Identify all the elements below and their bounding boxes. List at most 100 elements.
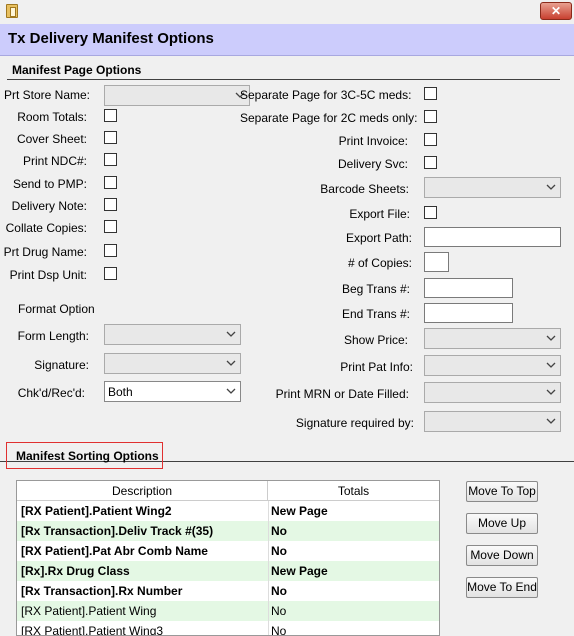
sig-required-by-select[interactable] [424, 411, 561, 432]
cell-separator [268, 521, 269, 541]
table-row[interactable]: [Rx].Rx Drug Class New Page [17, 561, 439, 581]
print-pat-info-select[interactable] [424, 355, 561, 376]
chevron-down-icon [546, 418, 556, 424]
cover-sheet-checkbox[interactable] [104, 131, 117, 144]
print-invoice-label: Print Invoice: [338, 134, 408, 148]
export-file-label: Export File: [349, 207, 410, 221]
row-description: [RX Patient].Patient Wing2 [21, 504, 172, 518]
prt-store-name-select[interactable] [104, 85, 250, 106]
table-row[interactable]: [Rx Transaction].Rx Number No [17, 581, 439, 601]
end-trans-input[interactable] [424, 303, 513, 323]
table-row[interactable]: [RX Patient].Patient Wing3 No [17, 621, 439, 636]
cover-sheet-label: Cover Sheet: [16, 132, 87, 146]
cell-separator [268, 621, 269, 635]
sep-3c5c-label: Separate Page for 3C-5C meds: [240, 88, 412, 102]
table-row[interactable]: [RX Patient].Patient Wing2 New Page [17, 501, 439, 521]
delivery-svc-label: Delivery Svc: [337, 157, 408, 171]
print-dsp-unit-label: Print Dsp Unit: [9, 268, 87, 282]
table-row[interactable]: [Rx Transaction].Deliv Track #(35) No [17, 521, 439, 541]
format-option-label: Format Option [18, 302, 95, 316]
table-row[interactable]: [RX Patient].Pat Abr Comb Name No [17, 541, 439, 561]
print-invoice-checkbox[interactable] [424, 133, 437, 146]
row-description: [RX Patient].Patient Wing [21, 604, 157, 618]
form-length-select[interactable] [104, 324, 241, 345]
row-totals: New Page [271, 504, 328, 518]
chevron-down-icon [546, 184, 556, 190]
chkd-recd-value: Both [108, 385, 133, 399]
move-to-top-button[interactable]: Move To Top [466, 481, 538, 502]
row-description: [Rx Transaction].Deliv Track #(35) [21, 524, 214, 538]
dialog-title: Tx Delivery Manifest Options [8, 30, 214, 47]
chevron-down-icon [546, 389, 556, 395]
num-copies-label: # of Copies: [347, 256, 412, 270]
send-to-pmp-label: Send to PMP: [12, 177, 87, 191]
print-pat-info-label: Print Pat Info: [340, 360, 413, 374]
chevron-down-icon [546, 335, 556, 341]
export-path-label: Export Path: [345, 231, 412, 245]
page-options-divider [7, 79, 560, 80]
room-totals-checkbox[interactable] [104, 109, 117, 122]
move-down-button[interactable]: Move Down [466, 545, 538, 566]
row-totals: No [271, 624, 287, 636]
move-to-end-button[interactable]: Move To End [466, 577, 538, 598]
show-price-label: Show Price: [343, 333, 408, 347]
chkd-recd-select[interactable]: Both [104, 381, 241, 402]
row-totals: No [271, 584, 287, 598]
close-button[interactable]: ✕ [540, 2, 572, 20]
row-totals: No [271, 524, 287, 538]
sort-grid-header: Description Totals [17, 481, 439, 501]
collate-copies-checkbox[interactable] [104, 220, 117, 233]
row-description: [Rx].Rx Drug Class [21, 564, 130, 578]
chkd-recd-label: Chk'd/Rec'd: [17, 386, 85, 400]
prt-store-name-label: Prt Store Name: [3, 88, 90, 102]
sep-2c-label: Separate Page for 2C meds only: [240, 111, 418, 125]
sorting-options-header: Manifest Sorting Options [6, 442, 163, 469]
row-description: [RX Patient].Pat Abr Comb Name [21, 544, 208, 558]
cell-separator [268, 541, 269, 561]
row-description: [RX Patient].Patient Wing3 [21, 624, 164, 636]
cell-separator [268, 561, 269, 581]
print-ndc-checkbox[interactable] [104, 153, 117, 166]
sep-2c-checkbox[interactable] [424, 110, 437, 123]
window-titlebar: ✕ [0, 0, 574, 24]
cell-separator [268, 601, 269, 621]
end-trans-label: End Trans #: [341, 307, 410, 321]
row-totals: New Page [271, 564, 328, 578]
cell-separator [268, 501, 269, 521]
delivery-svc-checkbox[interactable] [424, 156, 437, 169]
show-price-select[interactable] [424, 328, 561, 349]
send-to-pmp-checkbox[interactable] [104, 176, 117, 189]
prt-drug-name-checkbox[interactable] [104, 244, 117, 257]
app-icon [6, 4, 18, 18]
table-row[interactable]: [RX Patient].Patient Wing No [17, 601, 439, 621]
sig-required-by-label: Signature required by: [295, 416, 414, 430]
row-totals: No [271, 544, 287, 558]
delivery-note-checkbox[interactable] [104, 198, 117, 211]
cell-separator [268, 581, 269, 601]
dialog-header: Tx Delivery Manifest Options [0, 24, 574, 56]
print-mrn-select[interactable] [424, 382, 561, 403]
export-file-checkbox[interactable] [424, 206, 437, 219]
export-path-input[interactable] [424, 227, 561, 247]
chevron-down-icon [546, 362, 556, 368]
column-header-totals[interactable]: Totals [268, 481, 439, 501]
room-totals-label: Room Totals: [17, 110, 87, 124]
form-length-label: Form Length: [17, 329, 89, 343]
sort-grid[interactable]: Description Totals [RX Patient].Patient … [16, 480, 440, 636]
column-header-description[interactable]: Description [17, 481, 268, 501]
beg-trans-input[interactable] [424, 278, 513, 298]
move-up-button[interactable]: Move Up [466, 513, 538, 534]
sorting-options-title: Manifest Sorting Options [16, 449, 159, 463]
print-dsp-unit-checkbox[interactable] [104, 267, 117, 280]
signature-label: Signature: [34, 358, 89, 372]
chevron-down-icon [226, 331, 236, 337]
row-totals: No [271, 604, 287, 618]
barcode-sheets-select[interactable] [424, 177, 561, 198]
chevron-down-icon [226, 388, 236, 394]
row-description: [Rx Transaction].Rx Number [21, 584, 183, 598]
signature-select[interactable] [104, 353, 241, 374]
delivery-note-label: Delivery Note: [11, 199, 87, 213]
barcode-sheets-label: Barcode Sheets: [320, 182, 409, 196]
num-copies-input[interactable] [424, 252, 449, 272]
sep-3c5c-checkbox[interactable] [424, 87, 437, 100]
